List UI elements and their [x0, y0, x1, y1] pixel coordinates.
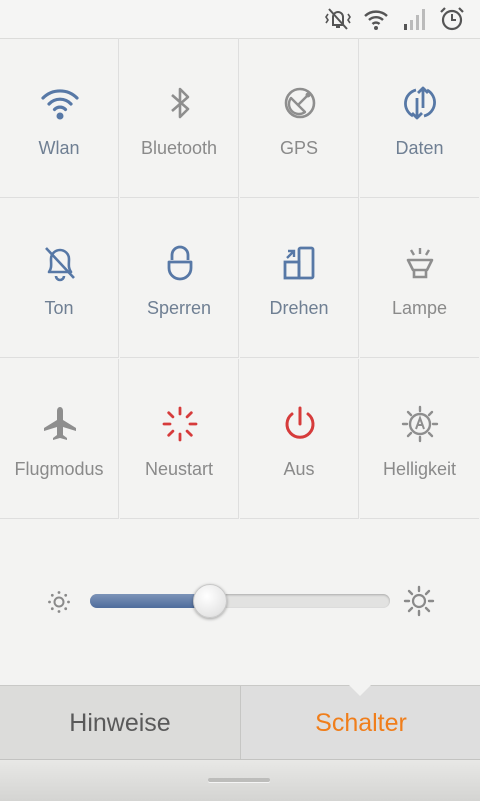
alarm-icon — [440, 7, 464, 31]
toggle-label: Lampe — [391, 298, 448, 318]
brightness-slider-thumb[interactable] — [193, 584, 227, 618]
wifi-icon — [41, 89, 79, 120]
tab-schalter[interactable]: Schalter — [241, 686, 480, 760]
brightness-high-icon — [403, 585, 435, 617]
gps-icon — [284, 87, 316, 119]
toggle-label: Drehen — [269, 298, 329, 318]
flashlight-icon — [406, 248, 434, 279]
toggle-bluetooth[interactable]: Bluetooth — [120, 38, 239, 198]
data-sync-icon — [404, 86, 436, 120]
toggle-label: Wlan — [38, 138, 80, 158]
toggle-sperren[interactable]: Sperren — [120, 198, 239, 358]
toggle-label: Aus — [283, 459, 315, 479]
toggle-label: Sperren — [146, 298, 212, 318]
vibrate-silent-icon — [325, 8, 351, 30]
toggle-drehen[interactable]: Drehen — [240, 198, 359, 358]
auto-brightness-icon — [401, 405, 439, 443]
toggle-ton[interactable]: Ton — [0, 198, 119, 358]
toggle-label: GPS — [279, 138, 318, 158]
bluetooth-icon — [171, 87, 190, 119]
rotate-icon — [283, 246, 315, 280]
toggle-label: Flugmodus — [14, 459, 104, 479]
drawer-footer — [0, 759, 480, 801]
signal-icon — [404, 9, 425, 30]
active-tab-indicator — [349, 685, 371, 696]
airplane-icon — [44, 407, 76, 440]
toggle-label: Helligkeit — [382, 459, 457, 479]
toggle-neustart[interactable]: Neustart — [120, 359, 239, 519]
drag-handle[interactable] — [208, 778, 270, 782]
tab-hinweise[interactable]: Hinweise — [0, 686, 240, 760]
quick-settings-grid: Wlan Bluetooth GPS Daten Ton Sperren Dre… — [0, 38, 480, 521]
toggle-daten[interactable]: Daten — [360, 38, 479, 198]
toggle-flugmodus[interactable]: Flugmodus — [0, 359, 119, 519]
power-icon — [285, 406, 315, 439]
toggle-aus[interactable]: Aus — [240, 359, 359, 519]
toggle-label: Neustart — [144, 459, 214, 479]
toggle-label: Daten — [395, 138, 444, 158]
status-bar — [0, 0, 480, 39]
brightness-low-icon — [48, 591, 70, 613]
bell-muted-icon — [45, 247, 75, 282]
notification-tabs: Hinweise Schalter — [0, 685, 480, 760]
reboot-icon — [162, 406, 198, 442]
toggle-label: Ton — [44, 298, 74, 318]
brightness-slider-track[interactable] — [90, 594, 390, 608]
toggle-label: Bluetooth — [140, 138, 218, 158]
toggle-wlan[interactable]: Wlan — [0, 38, 119, 198]
toggle-lampe[interactable]: Lampe — [360, 198, 479, 358]
toggle-helligkeit[interactable]: Helligkeit — [360, 359, 479, 519]
lock-icon — [167, 245, 193, 281]
toggle-gps[interactable]: GPS — [240, 38, 359, 198]
wifi-icon — [364, 10, 388, 30]
